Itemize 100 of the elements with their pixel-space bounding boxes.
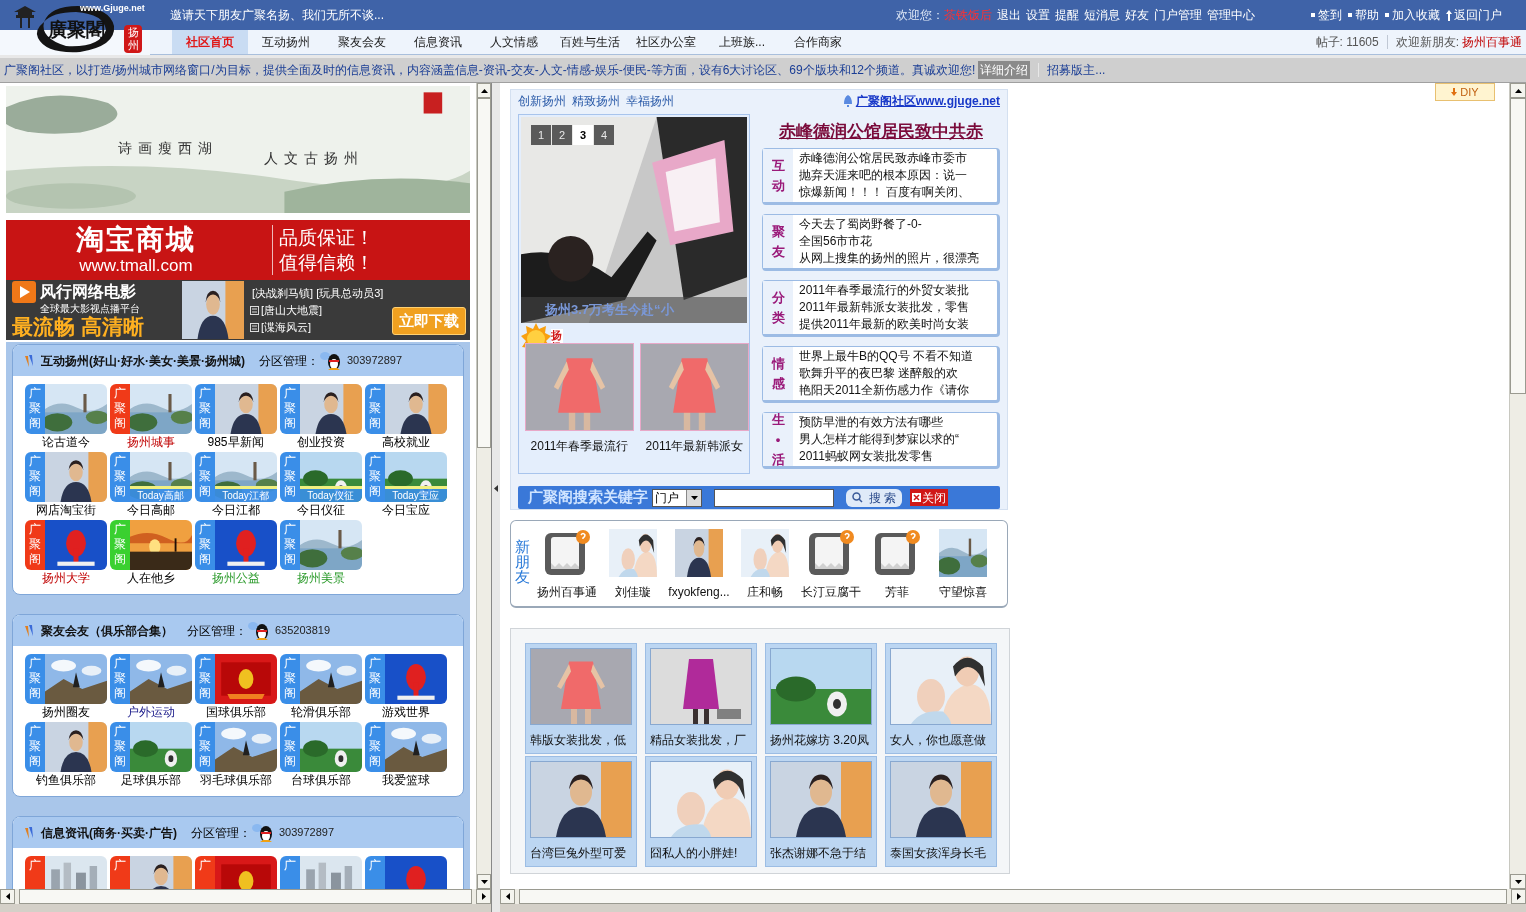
forum-link[interactable]: 高校就业 [381, 434, 430, 450]
friend-name[interactable]: fxyokfeng... [668, 583, 730, 601]
scrollbar-thumb[interactable] [477, 98, 491, 448]
photo-card[interactable]: 韩版女装批发，低 [525, 643, 637, 754]
scroll-up-button[interactable] [477, 83, 491, 98]
forum-link[interactable]: 羽毛球俱乐部 [199, 772, 272, 788]
news-link[interactable]: 全国56市市花 [799, 233, 979, 250]
close-button[interactable]: 关闭 [910, 489, 949, 506]
forum-link[interactable]: 钓鱼俱乐部 [35, 772, 96, 788]
nav-tab[interactable]: 社区办公室 [628, 30, 704, 54]
news-link[interactable]: 预防早泄的有效方法有哪些 [799, 414, 959, 431]
nav-tab[interactable]: 人文情感 [476, 30, 552, 54]
friend-name[interactable]: 刘佳璇 [615, 583, 651, 601]
film-link[interactable]: [谍海风云] [261, 318, 312, 336]
recruit-link[interactable]: 招募版主... [1047, 61, 1106, 79]
brand-link[interactable]: 广聚阁社区www.gjuge.net [855, 92, 1000, 110]
film-link[interactable]: [决战刹马镇] [玩具总动员3] [252, 284, 384, 302]
forum-link[interactable]: 今日高邮 [126, 502, 175, 518]
user-link[interactable]: 管理中心 [1207, 6, 1255, 24]
user-link[interactable]: 短消息 [1084, 6, 1120, 24]
slogan-link[interactable]: 创新扬州 [518, 92, 566, 110]
photo-card[interactable]: 女人，你也愿意做 [885, 643, 997, 754]
photo-card[interactable]: 囧私人的小胖娃! [645, 756, 757, 867]
photo-card[interactable]: 台湾巨兔外型可爱 [525, 756, 637, 867]
forum-link[interactable]: 扬州公益 [211, 570, 260, 586]
forum-link[interactable]: 人在他乡 [126, 570, 175, 586]
scroll-right-button[interactable] [476, 889, 491, 904]
quick-link[interactable]: 签到 [1318, 6, 1342, 24]
quick-link[interactable]: 返回门户 [1454, 6, 1502, 24]
news-link[interactable]: 赤峰德润公馆居民致赤峰市委市 [799, 150, 971, 167]
news-link[interactable]: 提供2011年最新的欧美时尚女装 [799, 316, 969, 333]
slogan-link[interactable]: 幸福扬州 [626, 92, 674, 110]
news-link[interactable]: 今天去了蜀岗野餐了-0- [799, 216, 979, 233]
category-label[interactable]: 情感 [763, 347, 793, 400]
friend-name[interactable]: 长汀豆腐干 [801, 583, 861, 601]
scroll-down-button[interactable] [1510, 874, 1526, 889]
forum-link[interactable]: 扬州圈友 [41, 704, 90, 720]
category-label[interactable]: 互动 [763, 149, 793, 202]
forum-link[interactable]: 论古道今 [41, 434, 90, 450]
slide-number[interactable]: 4 [594, 125, 614, 145]
news-link[interactable]: 抛弃天涯来吧的根本原因：说一 [799, 167, 971, 184]
news-link[interactable]: 从网上搜集的扬州的照片，很漂亮 [799, 250, 979, 267]
nav-tab[interactable]: 聚友会友 [324, 30, 400, 54]
scroll-up-button[interactable] [1510, 83, 1526, 98]
quick-link[interactable]: 加入收藏 [1392, 6, 1440, 24]
news-link[interactable]: 2011蚂蚁网女装批发零售 [799, 448, 959, 465]
friend-name[interactable]: 守望惊喜 [939, 583, 987, 601]
mall-banner[interactable]: 淘宝商城 www.tmall.com 品质保证！ 值得信赖！ [6, 220, 471, 280]
friend-name[interactable]: 庄和畅 [747, 583, 783, 601]
scroll-left-button[interactable] [0, 889, 15, 904]
photo-card[interactable]: 张杰谢娜不急于结 [765, 756, 877, 867]
nav-tab[interactable]: 互动扬州 [248, 30, 324, 54]
scroll-left-button[interactable] [500, 889, 515, 904]
thumb-caption[interactable]: 2011年最新韩派女 [645, 437, 744, 455]
news-link[interactable]: 2011年最新韩派女装批发，零售 [799, 299, 969, 316]
new-member-link[interactable]: 扬州百事通 [1462, 33, 1522, 51]
search-field[interactable] [714, 488, 834, 507]
thumb-caption[interactable]: 2011年春季最流行 [530, 437, 629, 455]
user-link[interactable]: 设置 [1026, 6, 1050, 24]
forum-link[interactable]: 轮滑俱乐部 [290, 704, 351, 720]
slide-number[interactable]: 3 [573, 125, 593, 145]
user-link[interactable]: 门户管理 [1154, 6, 1202, 24]
category-label[interactable]: 聚友 [763, 215, 793, 268]
news-link[interactable]: 歌舞升平的夜巴黎 迷醉般的欢 [799, 365, 973, 382]
slide-number[interactable]: 1 [531, 125, 551, 145]
friend-name[interactable]: 扬州百事通 [537, 583, 597, 601]
movie-banner[interactable]: 风行网络电影 全球最大影视点播平台 最流畅 高清晰 [决战刹马镇] [玩具总动员3] [唐山大地震] [谍海风云] 立即下载 [6, 280, 471, 340]
diy-button[interactable]: DIY [1435, 83, 1495, 101]
forum-link[interactable]: 户外运动 [126, 704, 175, 720]
slogan-link[interactable]: 精致扬州 [572, 92, 620, 110]
photo-card[interactable]: 扬州花嫁坊 3.20凤 [765, 643, 877, 754]
forum-link[interactable]: 台球俱乐部 [290, 772, 351, 788]
user-link[interactable]: 好友 [1125, 6, 1149, 24]
qq-number[interactable]: 303972897 [347, 352, 403, 369]
quick-link[interactable]: 帮助 [1355, 6, 1379, 24]
qq-number[interactable]: 635203819 [275, 622, 331, 639]
forum-link[interactable]: 扬州大学 [41, 570, 90, 586]
nav-tab[interactable]: 合作商家 [780, 30, 856, 54]
news-link[interactable]: 世界上最牛B的QQ号 不看不知道 [799, 348, 973, 365]
friend-name[interactable]: 芳菲 [885, 583, 909, 601]
news-link[interactable]: 艳阳天2011全新伤感力作《请你 [799, 382, 973, 399]
forum-link[interactable]: 今日仪征 [296, 502, 345, 518]
search-button[interactable]: 搜 索 [846, 488, 903, 507]
slide-number[interactable]: 2 [552, 125, 572, 145]
forum-link[interactable]: 足球俱乐部 [120, 772, 181, 788]
photo-card[interactable]: 泰国女孩浑身长毛 [885, 756, 997, 867]
film-link[interactable]: [唐山大地震] [261, 301, 323, 319]
collapse-arrow-icon[interactable] [494, 485, 498, 492]
news-link[interactable]: 惊爆新闻！！！ 百度有啊关闭、 [799, 184, 971, 201]
nav-tab[interactable]: 上班族... [704, 30, 780, 54]
section-title[interactable]: 信息资讯(商务·买卖·广告) [41, 823, 177, 842]
nav-tab[interactable]: 信息资讯 [400, 30, 476, 54]
vertical-scrollbar[interactable] [476, 83, 491, 889]
forum-link[interactable]: 创业投资 [296, 434, 345, 450]
photo-card[interactable]: 精品女装批发，厂 [645, 643, 757, 754]
forum-link[interactable]: 985早新闻 [207, 434, 264, 450]
category-label[interactable]: 生•活 [763, 413, 793, 466]
scroll-down-button[interactable] [477, 874, 491, 889]
nav-tab[interactable]: 百姓与生活 [552, 30, 628, 54]
qq-number[interactable]: 303972897 [279, 824, 335, 841]
